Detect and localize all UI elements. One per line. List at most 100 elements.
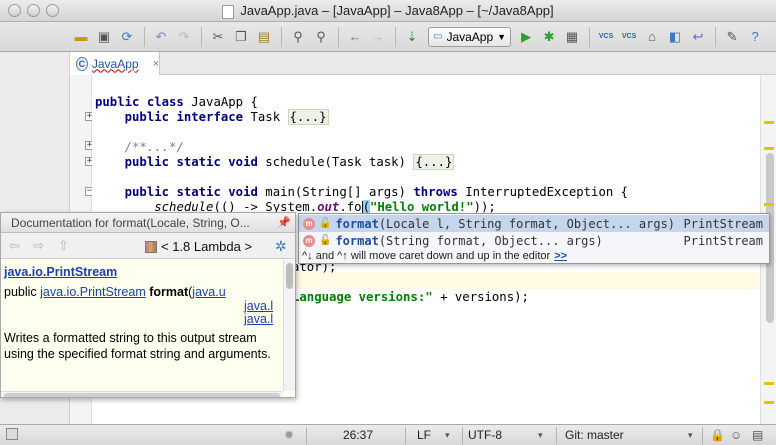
vcs-commit-icon[interactable]: VCS — [618, 26, 640, 48]
forward-icon[interactable]: → — [367, 26, 389, 48]
param-type-link[interactable]: java.l — [244, 299, 273, 313]
code-line: public static void schedule(Task task) {… — [95, 154, 455, 170]
inspector-icon[interactable]: ☺ — [730, 425, 742, 445]
completion-item[interactable]: m 🔓 format (String format, Object... args… — [299, 232, 769, 249]
vcs-revert-icon[interactable]: ↩ — [687, 26, 709, 48]
documentation-title: Documentation for format(Locale, String,… — [11, 216, 250, 230]
code-text: InterruptedException { — [457, 185, 629, 199]
save-icon[interactable]: ▣ — [93, 26, 115, 48]
file-encoding[interactable]: UTF-8 — [468, 425, 502, 445]
class-link[interactable]: java.io.PrintStream — [4, 265, 117, 279]
param-type-link[interactable]: java.l — [244, 312, 273, 326]
title-bar: JavaApp.java – [JavaApp] – Java8App – [~… — [0, 0, 776, 22]
code-line: /**...*/ — [95, 139, 184, 155]
up-arrow-icon[interactable]: ⇧ — [58, 238, 69, 254]
tool-windows-icon[interactable] — [6, 428, 18, 440]
status-separator — [556, 427, 557, 444]
replace-icon[interactable]: ⚲ — [310, 26, 332, 48]
keyword: throws — [413, 185, 458, 199]
caret-position[interactable]: 26:37 — [343, 425, 373, 445]
code-text: main(String[] args) — [257, 185, 414, 199]
folded-block[interactable]: {...} — [287, 109, 329, 125]
sync-icon[interactable]: ⟳ — [116, 26, 138, 48]
forward-arrow-icon[interactable]: ⇨ — [33, 238, 44, 254]
method-name: format — [145, 285, 189, 299]
method-icon: m — [303, 217, 315, 230]
close-window-button[interactable] — [8, 4, 21, 17]
toolbar-separator — [395, 26, 396, 47]
tab-javaapp[interactable]: C JavaApp × — [70, 52, 160, 75]
chevron-down-icon: ▼ — [497, 31, 507, 42]
folded-block[interactable]: {...} — [413, 154, 455, 170]
toolbar-separator — [338, 26, 339, 47]
back-icon[interactable]: ← — [344, 26, 366, 48]
warning-marker[interactable] — [764, 121, 774, 124]
gear-icon[interactable]: ✲ — [275, 238, 287, 255]
code-line: Language versions:" + versions); — [292, 289, 529, 305]
folded-comment[interactable]: /**...*/ — [125, 140, 184, 154]
keyword: public static void — [124, 185, 258, 199]
make-icon[interactable]: ⇣ — [401, 26, 423, 48]
vcs-compare-icon[interactable]: ◧ — [664, 26, 686, 48]
vcs-commit-label: VCS — [621, 32, 637, 40]
minimize-window-button[interactable] — [27, 4, 40, 17]
code-line: public interface Task {...} — [95, 109, 329, 125]
documentation-vscrollbar[interactable] — [283, 260, 295, 391]
documentation-header[interactable]: Documentation for format(Locale, String,… — [1, 213, 295, 233]
status-separator — [702, 427, 703, 444]
matched-brace: ( — [362, 200, 370, 214]
modifier-text: public — [4, 285, 41, 299]
paste-icon[interactable]: ▤ — [253, 26, 275, 48]
completion-hint-text: ^↓ and ^↑ will move caret down and up in… — [302, 250, 551, 262]
progress-spinner-icon: ✹ — [284, 428, 295, 442]
completion-signature: (String format, Object... args) — [378, 233, 603, 248]
library-selector[interactable]: < 1.8 Lambda > — [145, 239, 252, 254]
coverage-icon[interactable]: ▦ — [561, 26, 583, 48]
documentation-hscrollbar[interactable] — [1, 391, 283, 397]
completion-item[interactable]: m 🔓 format (Locale l, String format, Obje… — [299, 215, 769, 232]
folder-icon[interactable]: ▬ — [70, 26, 92, 48]
undo-icon[interactable]: ↶ — [150, 26, 172, 48]
vcs-update-label: VCS — [598, 32, 614, 40]
run-configuration-select[interactable]: ▭ JavaApp ▼ — [428, 26, 512, 47]
toolbar-separator — [589, 26, 591, 47]
warning-marker[interactable] — [764, 203, 774, 206]
code-text: + versions); — [432, 290, 529, 304]
code-text: Task — [243, 110, 288, 124]
param-type-link[interactable]: java.u — [192, 285, 225, 299]
scroll-thumb[interactable] — [4, 393, 280, 397]
method-signature: public java.io.PrintStream format(java.u — [4, 284, 278, 300]
vcs-branch[interactable]: Git: master — [565, 425, 624, 445]
vcs-history-icon[interactable]: ⌂ — [641, 26, 663, 48]
code-line: public static void main(String[] args) t… — [95, 184, 628, 200]
settings-icon[interactable]: ✎ — [721, 26, 743, 48]
scroll-thumb[interactable] — [286, 263, 293, 289]
cut-icon[interactable]: ✂ — [207, 26, 229, 48]
pin-icon[interactable]: 📌 — [277, 213, 291, 232]
warning-marker[interactable] — [764, 147, 774, 150]
lock-icon[interactable]: 🔒 — [710, 425, 725, 445]
vcs-update-icon[interactable]: VCS — [595, 26, 617, 48]
keyword: public static void — [124, 155, 258, 169]
code-text: )); — [473, 200, 496, 214]
zoom-window-button[interactable] — [46, 4, 59, 17]
find-icon[interactable]: ⚲ — [287, 26, 309, 48]
line-separator[interactable]: LF — [417, 425, 431, 445]
completion-hint-link[interactable]: >> — [554, 250, 567, 262]
warning-marker[interactable] — [764, 401, 774, 404]
back-arrow-icon[interactable]: ⇦ — [9, 238, 20, 254]
copy-icon[interactable]: ❐ — [230, 26, 252, 48]
status-separator — [405, 427, 406, 444]
run-config-label: JavaApp — [446, 29, 494, 44]
documentation-description: Writes a formatted string to this output… — [4, 331, 271, 361]
status-separator — [462, 427, 463, 444]
return-type-link[interactable]: java.io.PrintStream — [40, 285, 146, 299]
close-icon[interactable]: × — [153, 58, 159, 70]
redo-icon[interactable]: ↷ — [173, 26, 195, 48]
event-log-icon[interactable]: ▤ — [752, 425, 763, 445]
debug-icon[interactable]: ✱ — [538, 26, 560, 48]
run-icon[interactable]: ▶ — [515, 26, 537, 48]
help-icon[interactable]: ? — [744, 26, 766, 48]
warning-marker[interactable] — [764, 382, 774, 385]
completion-name: format — [335, 216, 379, 231]
